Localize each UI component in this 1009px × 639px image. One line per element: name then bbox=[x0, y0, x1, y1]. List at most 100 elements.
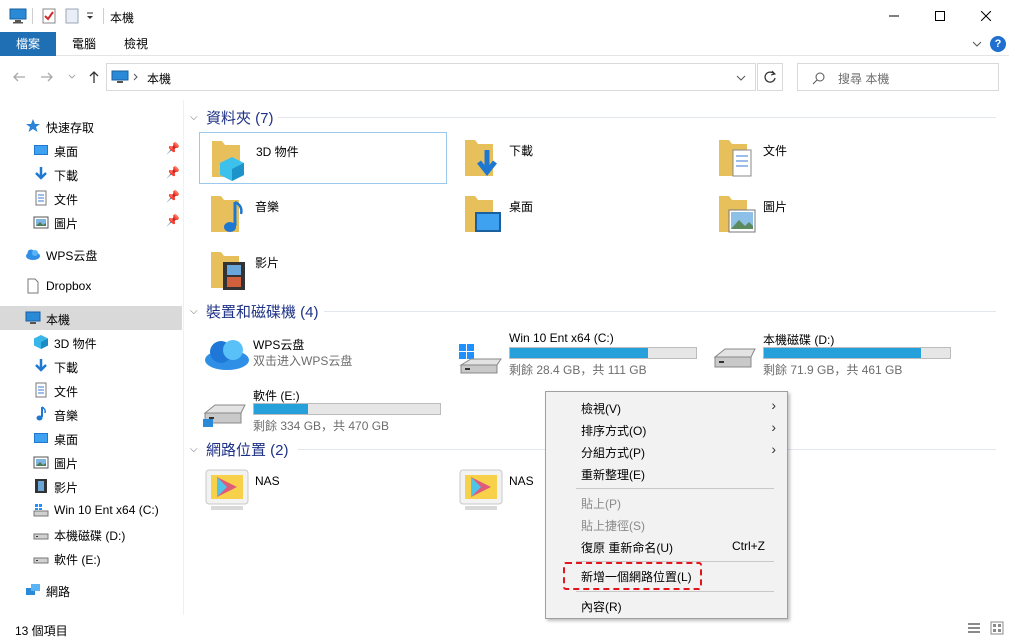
menu-item-label: 排序方式(O) bbox=[581, 424, 647, 438]
drive-c[interactable]: Win 10 Ent x64 (C:) 剩餘 28.4 GB，共 111 GB bbox=[455, 327, 705, 379]
maximize-icon bbox=[935, 11, 945, 21]
sidebar-item-downloads[interactable]: 下載 📌 bbox=[0, 162, 182, 186]
folder-downloads[interactable]: 下載 bbox=[453, 132, 701, 184]
drive-name: 軟件 (E:) bbox=[253, 389, 300, 403]
tab-file[interactable]: 檔案 bbox=[0, 32, 56, 56]
search-box[interactable]: 搜尋 本機 bbox=[797, 63, 999, 91]
pin-icon[interactable]: 📌 bbox=[166, 190, 180, 203]
network-location-nas[interactable]: NAS bbox=[199, 464, 447, 516]
nas-media-icon bbox=[459, 469, 503, 510]
folder-desktop[interactable]: 桌面 bbox=[453, 188, 701, 240]
customize-toolbar-icon[interactable] bbox=[85, 8, 95, 24]
sidebar-item-drive-e[interactable]: 軟件 (E:) bbox=[0, 546, 182, 570]
sidebar-item-network[interactable]: 網路 bbox=[0, 578, 182, 602]
search-icon bbox=[812, 72, 825, 85]
menu-item-properties[interactable]: 內容(R) bbox=[547, 594, 786, 616]
drive-usage-bar bbox=[253, 403, 441, 415]
pin-icon[interactable]: 📌 bbox=[166, 142, 180, 155]
folder-pictures[interactable]: 圖片 bbox=[707, 188, 955, 240]
back-button[interactable] bbox=[9, 67, 29, 87]
maximize-button[interactable] bbox=[917, 0, 963, 32]
address-history-icon[interactable] bbox=[736, 74, 746, 82]
folder-3d-objects[interactable]: 3D 物件 bbox=[199, 132, 447, 184]
download-arrow-icon bbox=[35, 359, 47, 372]
sidebar-item-documents[interactable]: 文件 📌 bbox=[0, 186, 182, 210]
window-title: 本機 bbox=[110, 11, 135, 25]
pin-icon[interactable]: 📌 bbox=[166, 166, 180, 179]
sidebar-item-quick-access[interactable]: 快速存取 bbox=[0, 114, 182, 138]
sidebar-item-wps-cloud[interactable]: WPS云盘 bbox=[0, 242, 182, 266]
group-header-folders[interactable]: ⌵ 資料夾 (7) bbox=[190, 107, 998, 127]
expand-ribbon-icon[interactable] bbox=[972, 40, 982, 48]
recent-locations-button[interactable] bbox=[62, 67, 82, 87]
folder-videos-icon bbox=[211, 252, 245, 290]
drive-d[interactable]: 本機磁碟 (D:) 剩餘 71.9 GB，共 461 GB bbox=[709, 327, 959, 379]
pin-icon[interactable]: 📌 bbox=[166, 214, 180, 227]
group-divider bbox=[324, 311, 996, 312]
sidebar-item-label: 文件 bbox=[54, 193, 79, 207]
picture-icon bbox=[33, 216, 49, 229]
sidebar-item-pictures[interactable]: 圖片 bbox=[0, 450, 182, 474]
help-button[interactable]: ? bbox=[990, 36, 1006, 52]
menu-item-refresh[interactable]: 重新整理(E) bbox=[547, 462, 786, 484]
pane-divider[interactable] bbox=[183, 100, 184, 615]
star-icon bbox=[26, 119, 40, 132]
close-button[interactable] bbox=[963, 0, 1009, 32]
hard-drive-icon bbox=[33, 557, 49, 564]
menu-item-label: 檢視(V) bbox=[581, 402, 621, 416]
sidebar-item-music[interactable]: 音樂 bbox=[0, 402, 182, 426]
sidebar-item-label: WPS云盘 bbox=[46, 249, 98, 263]
drive-usage-bar bbox=[509, 347, 697, 359]
toolbar-separator bbox=[32, 8, 33, 24]
tab-view[interactable]: 檢視 bbox=[114, 32, 158, 56]
sidebar-item-dropbox[interactable]: Dropbox bbox=[0, 274, 182, 298]
chevron-right-icon: › bbox=[771, 441, 776, 457]
details-view-icon[interactable] bbox=[967, 621, 981, 635]
tab-computer[interactable]: 電腦 bbox=[62, 32, 106, 56]
sidebar-item-drive-d[interactable]: 本機磁碟 (D:) bbox=[0, 522, 182, 546]
refresh-button[interactable] bbox=[757, 63, 783, 91]
sidebar-item-desktop[interactable]: 桌面 bbox=[0, 426, 182, 450]
this-pc-icon bbox=[111, 70, 129, 83]
menu-item-group-by[interactable]: 分組方式(P) › bbox=[547, 440, 786, 462]
network-label: NAS bbox=[509, 474, 534, 488]
minimize-button[interactable] bbox=[871, 0, 917, 32]
large-icons-view-icon[interactable] bbox=[990, 621, 1004, 635]
menu-item-undo-rename[interactable]: 復原 重新命名(U) Ctrl+Z bbox=[547, 535, 786, 557]
back-arrow-icon bbox=[13, 72, 25, 82]
folder-videos[interactable]: 影片 bbox=[199, 244, 447, 296]
sidebar-item-drive-c[interactable]: Win 10 Ent x64 (C:) bbox=[0, 498, 182, 522]
breadcrumb-chevron-icon[interactable] bbox=[133, 73, 139, 81]
menu-item-sort-by[interactable]: 排序方式(O) › bbox=[547, 418, 786, 440]
folder-documents[interactable]: 文件 bbox=[707, 132, 955, 184]
address-bar[interactable]: 本機 bbox=[106, 63, 756, 91]
properties-icon[interactable] bbox=[42, 8, 56, 24]
sidebar-item-desktop[interactable]: 桌面 📌 bbox=[0, 138, 182, 162]
sidebar-item-label: Win 10 Ent x64 (C:) bbox=[54, 503, 159, 517]
folder-label: 3D 物件 bbox=[256, 145, 299, 159]
folder-music[interactable]: 音樂 bbox=[199, 188, 447, 240]
sidebar-item-videos[interactable]: 影片 bbox=[0, 474, 182, 498]
sidebar-item-this-pc[interactable]: 本機 bbox=[0, 306, 182, 330]
sidebar-item-downloads[interactable]: 下載 bbox=[0, 354, 182, 378]
menu-item-view[interactable]: 檢視(V) › bbox=[547, 396, 786, 418]
folder-label: 下載 bbox=[509, 144, 534, 158]
drive-wps-cloud[interactable]: WPS云盘 双击进入WPS云盘 bbox=[199, 332, 449, 384]
up-button[interactable] bbox=[84, 67, 104, 87]
title-bar: 本機 bbox=[0, 0, 1009, 32]
sidebar-item-documents[interactable]: 文件 bbox=[0, 378, 182, 402]
forward-arrow-icon bbox=[41, 72, 53, 82]
sidebar-item-3d-objects[interactable]: 3D 物件 bbox=[0, 330, 182, 354]
new-folder-icon[interactable] bbox=[65, 8, 79, 24]
sidebar-item-label: 圖片 bbox=[54, 217, 79, 231]
search-input[interactable]: 搜尋 本機 bbox=[838, 70, 889, 87]
chevron-down-icon bbox=[68, 74, 76, 79]
forward-button[interactable] bbox=[37, 67, 57, 87]
group-header-devices[interactable]: ⌵ 裝置和磁碟機 (4) bbox=[190, 301, 998, 321]
drive-name: 本機磁碟 (D:) bbox=[763, 333, 835, 347]
drive-subtitle: 剩餘 28.4 GB，共 111 GB bbox=[509, 363, 647, 377]
drive-e[interactable]: 軟件 (E:) 剩餘 334 GB，共 470 GB bbox=[199, 383, 449, 435]
sidebar-item-label: 音樂 bbox=[54, 409, 79, 423]
sidebar-item-pictures[interactable]: 圖片 📌 bbox=[0, 210, 182, 234]
breadcrumb[interactable]: 本機 bbox=[147, 70, 171, 87]
